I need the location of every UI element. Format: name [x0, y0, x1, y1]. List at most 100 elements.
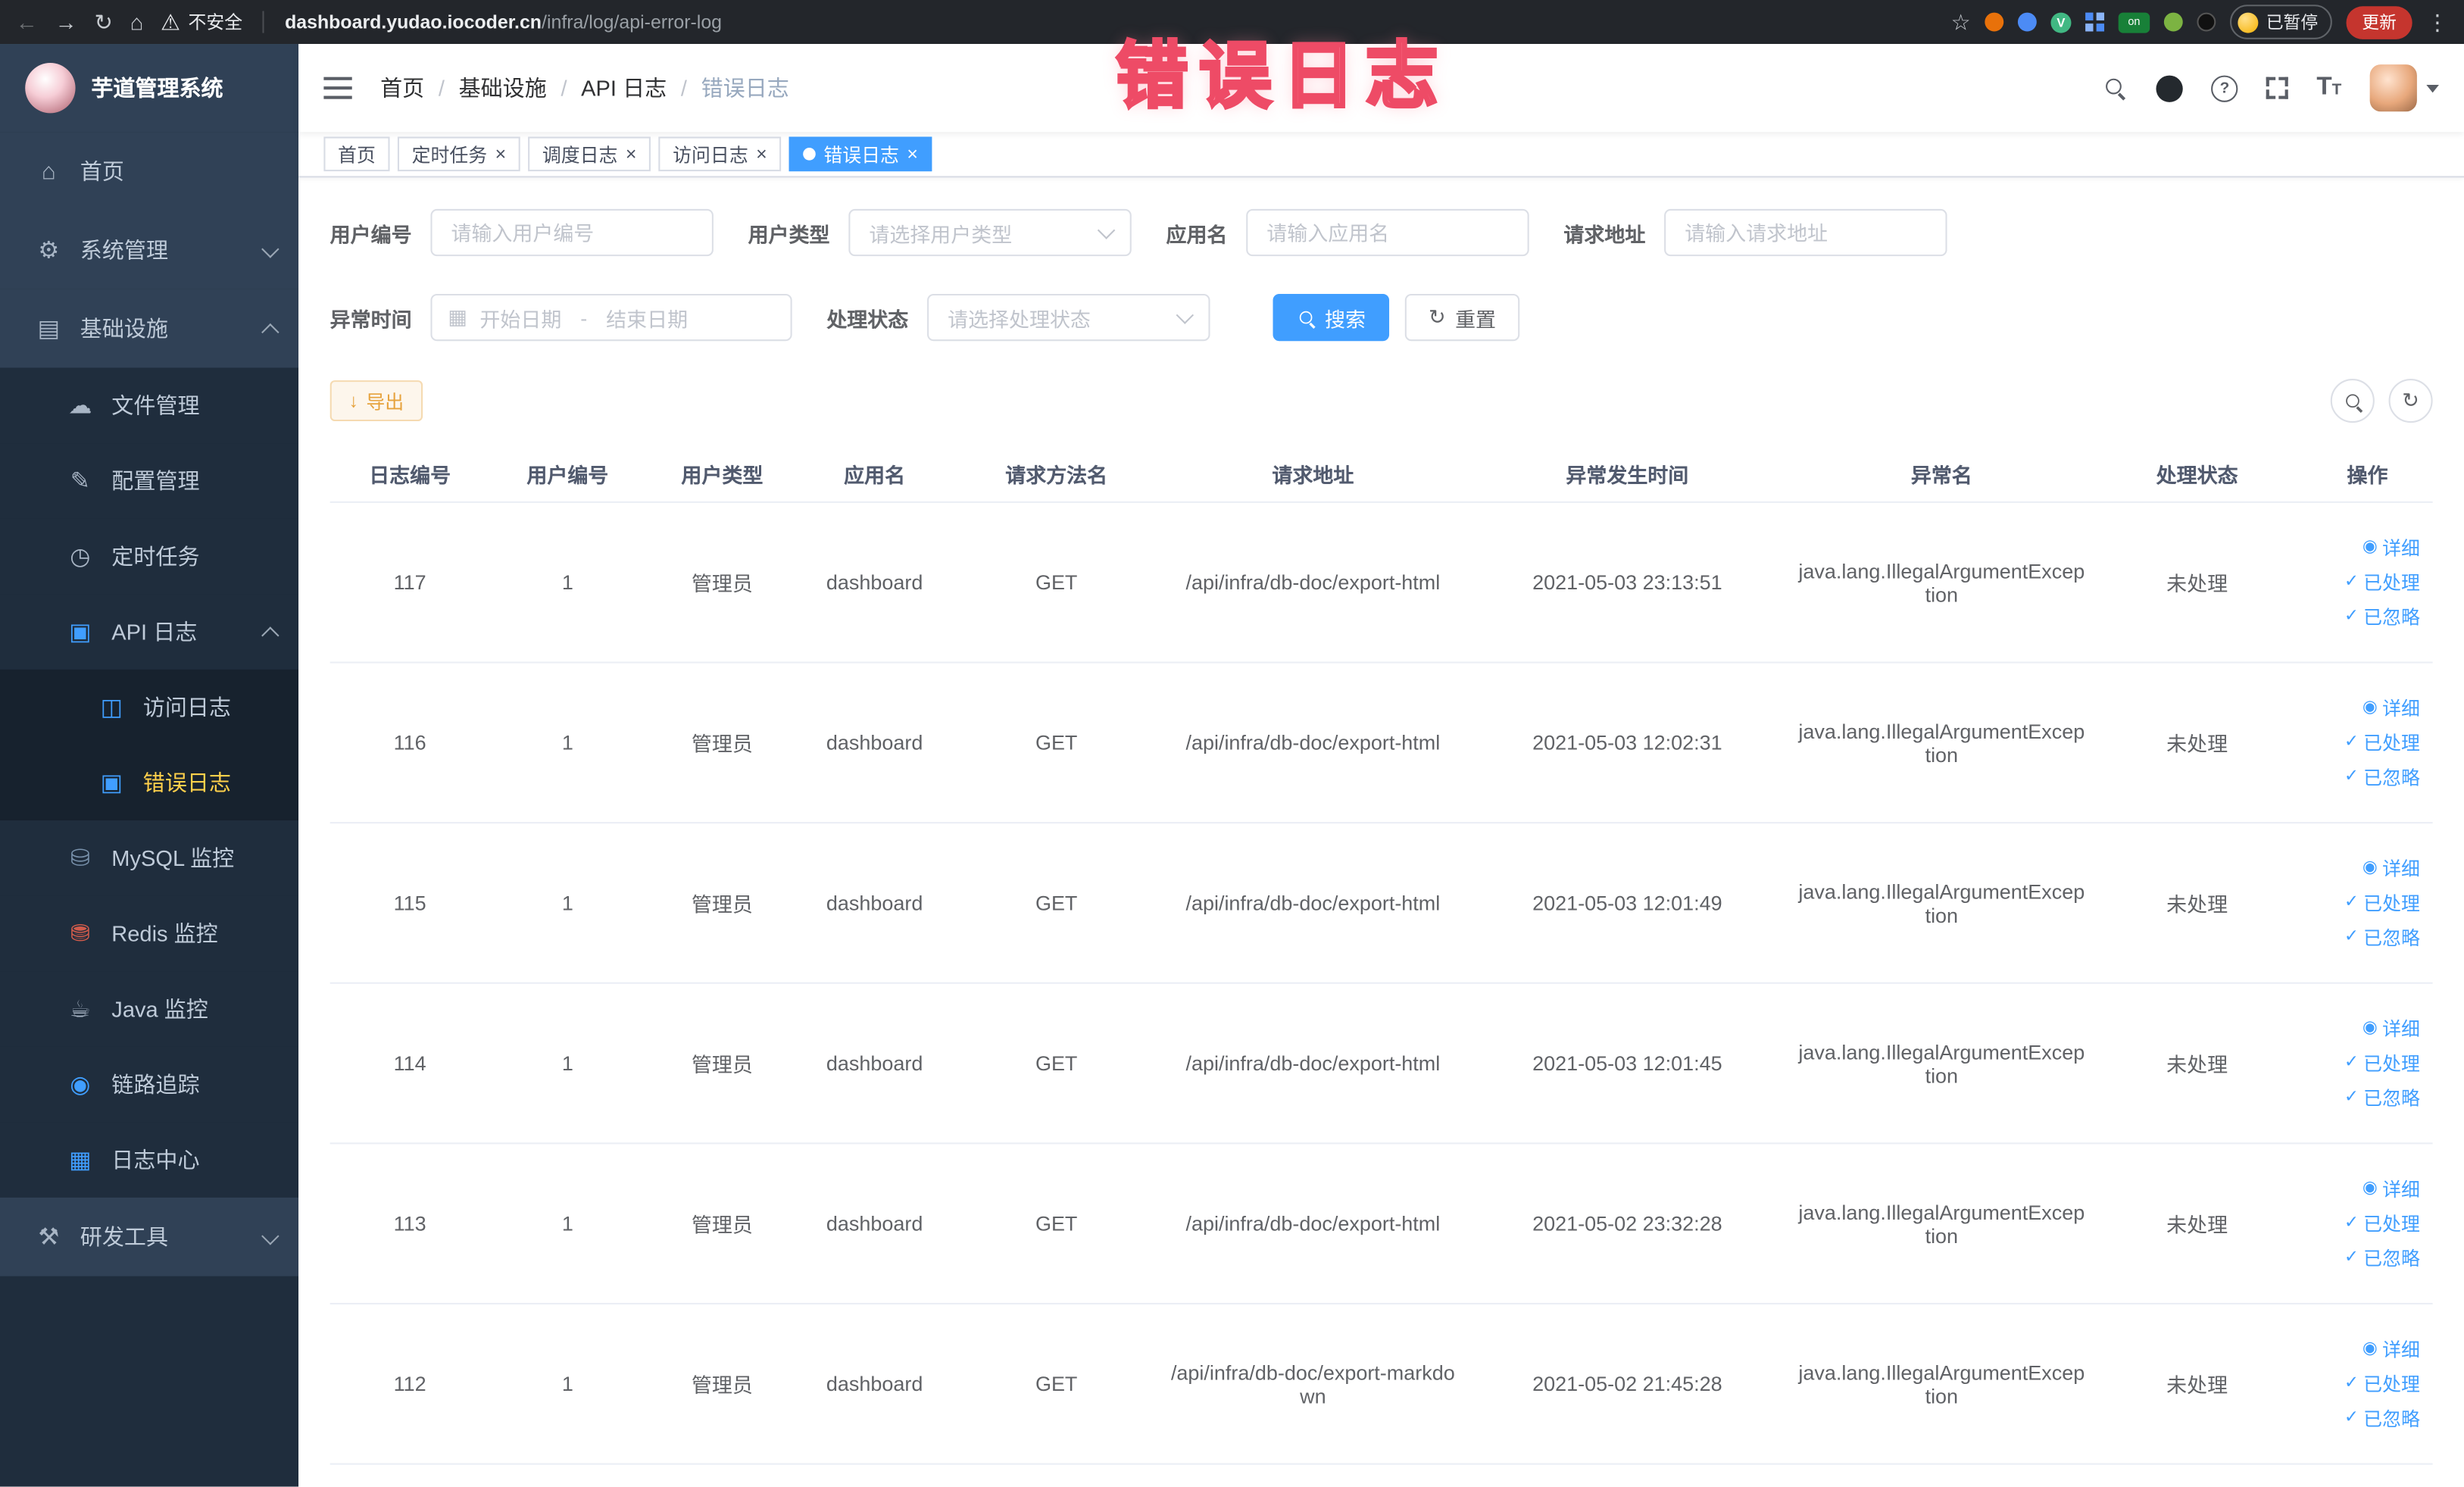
refresh-table-button[interactable]: [2388, 379, 2433, 423]
mark-processed-link[interactable]: 已处理: [2344, 569, 2420, 595]
check-icon: [2344, 1089, 2359, 1107]
extension-tampermonkey-icon[interactable]: [2197, 12, 2216, 32]
mark-ignored-link[interactable]: 已忽略: [2344, 764, 2420, 790]
search-button[interactable]: 搜索: [1273, 293, 1390, 342]
user-type-cell: 管理员: [691, 1053, 753, 1077]
sidebar-item-config-management[interactable]: 配置管理: [0, 443, 299, 519]
detail-link[interactable]: 详细: [2363, 855, 2420, 882]
reload-icon[interactable]: [94, 11, 112, 33]
extension-proxy-on-icon[interactable]: on: [2118, 11, 2150, 33]
breadcrumb-item-infrastructure[interactable]: 基础设施: [459, 72, 547, 103]
sidebar-item-file-management[interactable]: 文件管理: [0, 367, 299, 444]
tags-view-bar: 首页 定时任务 调度日志 访问日志 错误日志: [298, 132, 2464, 178]
user-id-input[interactable]: [430, 208, 714, 257]
font-size-icon[interactable]: T: [2316, 75, 2341, 101]
tab-schedule-log[interactable]: 调度日志: [528, 136, 651, 172]
tab-close-icon[interactable]: [495, 145, 507, 164]
sidebar-item-infrastructure[interactable]: 基础设施: [0, 289, 299, 368]
tab-access-log[interactable]: 访问日志: [658, 136, 782, 172]
column-header: 请求地址: [1272, 462, 1354, 487]
detail-link[interactable]: 详细: [2363, 1015, 2420, 1042]
sidebar-item-label: Redis 监控: [111, 920, 218, 946]
mark-processed-link[interactable]: 已处理: [2344, 729, 2420, 756]
mark-processed-link[interactable]: 已处理: [2344, 1211, 2420, 1237]
error-log-table: 日志编号 用户编号 用户类型 应用名 请求方法名 请求地址 异常发生时间 异常名…: [329, 445, 2433, 1465]
sidebar-item-link-tracing[interactable]: 链路追踪: [0, 1046, 299, 1123]
sidebar-item-java-monitor[interactable]: Java 监控: [0, 971, 299, 1047]
detail-link[interactable]: 详细: [2363, 534, 2420, 561]
sidebar-item-access-log[interactable]: 访问日志: [0, 669, 299, 745]
breadcrumb-item-home[interactable]: 首页: [380, 72, 424, 103]
tab-close-icon[interactable]: [626, 145, 637, 164]
app-name-input[interactable]: [1246, 208, 1529, 257]
user-menu[interactable]: [2369, 64, 2439, 112]
mark-processed-link[interactable]: 已处理: [2344, 1370, 2420, 1397]
browser-update-button[interactable]: 更新: [2346, 5, 2412, 39]
bookmark-star-icon[interactable]: [1951, 11, 1971, 33]
toggle-search-button[interactable]: [2330, 379, 2375, 423]
sidebar-item-redis-monitor[interactable]: Redis 监控: [0, 895, 299, 972]
check-icon: [2344, 1215, 2359, 1232]
sidebar-logo[interactable]: 芋道管理系统: [0, 44, 299, 133]
mark-ignored-link[interactable]: 已忽略: [2344, 1245, 2420, 1271]
export-button[interactable]: 导出: [329, 380, 423, 422]
home-nav-icon[interactable]: [130, 11, 144, 33]
tab-label: 访问日志: [673, 143, 748, 166]
hamburger-icon[interactable]: [323, 77, 352, 99]
sidebar-item-scheduled-jobs[interactable]: 定时任务: [0, 518, 299, 595]
sidebar-item-error-log[interactable]: 错误日志: [0, 745, 299, 820]
back-icon[interactable]: [16, 11, 38, 33]
github-icon[interactable]: [2156, 74, 2183, 102]
exception-name-cell: java.lang.IllegalArgumentException: [1798, 1360, 2085, 1407]
extension-drop-icon[interactable]: [2017, 12, 2037, 32]
sidebar-item-api-logs[interactable]: API 日志: [0, 594, 299, 670]
extension-orange-icon[interactable]: [1985, 12, 2004, 32]
question-icon[interactable]: [2211, 74, 2238, 102]
user-type-select[interactable]: 请选择用户类型: [848, 208, 1132, 257]
exception-time-range-picker[interactable]: 开始日期 - 结束日期: [430, 293, 792, 342]
fullscreen-icon[interactable]: [2266, 77, 2288, 99]
sidebar-item-log-center[interactable]: 日志中心: [0, 1122, 299, 1198]
search-icon: [1298, 310, 1313, 325]
forward-icon[interactable]: [55, 11, 77, 33]
tab-home[interactable]: 首页: [323, 136, 390, 172]
breadcrumb-item-api-logs[interactable]: API 日志: [581, 72, 667, 103]
app-name-cell: dashboard: [826, 730, 923, 754]
tab-label: 调度日志: [542, 143, 618, 166]
filter-process-status: 处理状态 请选择处理状态: [826, 293, 1210, 342]
search-icon[interactable]: [2104, 77, 2128, 100]
search-button-label: 搜索: [1325, 307, 1366, 331]
reset-button[interactable]: 重置: [1404, 293, 1520, 342]
tab-close-icon[interactable]: [756, 145, 767, 164]
tab-scheduled-jobs[interactable]: 定时任务: [397, 136, 520, 172]
request-url-input[interactable]: [1664, 208, 1947, 257]
breadcrumb-separator: /: [438, 75, 445, 101]
sidebar-item-label: MySQL 监控: [111, 845, 235, 871]
detail-link[interactable]: 详细: [2363, 1176, 2420, 1202]
sidebar-item-dev-tools[interactable]: 研发工具: [0, 1197, 299, 1276]
mark-ignored-link[interactable]: 已忽略: [2344, 604, 2420, 630]
mark-ignored-link[interactable]: 已忽略: [2344, 1085, 2420, 1111]
site-security-chip[interactable]: 不安全: [161, 9, 242, 34]
sidebar-item-mysql-monitor[interactable]: MySQL 监控: [0, 820, 299, 896]
process-status-select[interactable]: 请选择处理状态: [927, 293, 1210, 342]
extension-vue-icon[interactable]: V: [2050, 11, 2072, 33]
mark-ignored-link[interactable]: 已忽略: [2344, 924, 2420, 951]
extension-grid-icon[interactable]: [2085, 12, 2105, 32]
extension-leaf-icon[interactable]: [2163, 12, 2183, 32]
detail-link[interactable]: 详细: [2363, 1335, 2420, 1362]
status-cell: 未处理: [2166, 732, 2228, 756]
table-header-row: 日志编号 用户编号 用户类型 应用名 请求方法名 请求地址 异常发生时间 异常名…: [329, 445, 2433, 503]
detail-link[interactable]: 详细: [2363, 695, 2420, 721]
address-bar[interactable]: dashboard.yudao.iocoder.cn/infra/log/api…: [285, 11, 722, 33]
sidebar-item-system-management[interactable]: 系统管理: [0, 211, 299, 289]
tab-error-log[interactable]: 错误日志: [789, 136, 932, 172]
sidebar-item-home[interactable]: 首页: [0, 132, 299, 211]
mark-processed-link[interactable]: 已处理: [2344, 889, 2420, 916]
mark-ignored-link[interactable]: 已忽略: [2344, 1405, 2420, 1432]
paused-extension-badge[interactable]: 已暂停: [2229, 5, 2332, 39]
tab-close-icon[interactable]: [907, 145, 918, 164]
mark-processed-link[interactable]: 已处理: [2344, 1050, 2420, 1076]
kebab-menu-icon[interactable]: [2426, 11, 2448, 33]
url-path: /infra/log/api-error-log: [542, 11, 723, 33]
